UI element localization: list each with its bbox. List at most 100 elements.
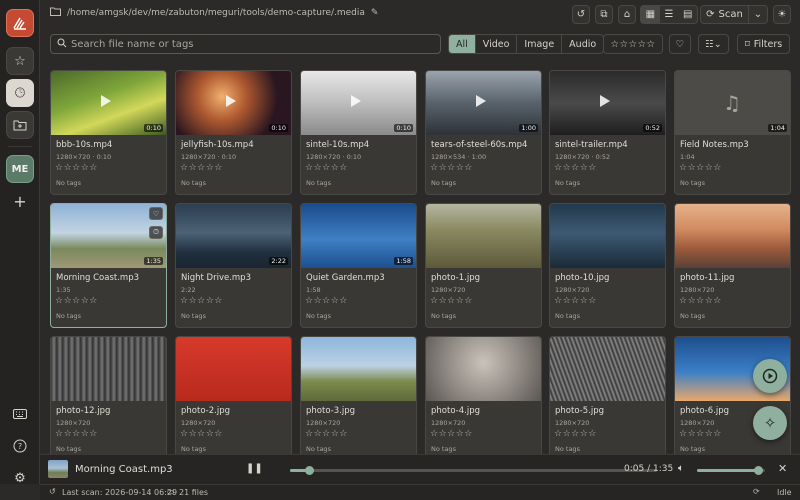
audio-card[interactable]: 1:58 Quiet Garden.mp3 1:58 ☆☆☆☆☆ No tags: [300, 203, 417, 328]
scan-label: Scan: [718, 9, 743, 20]
player-time: 0:05 / 1:35: [624, 464, 674, 474]
video-card[interactable]: 1:00 tears-of-steel-60s.mp4 1280×534 · 1:0…: [425, 70, 542, 195]
settings-gear-icon[interactable]: ⚙: [6, 464, 34, 492]
file-meta: 1280×720: [181, 419, 216, 427]
star-rating[interactable]: ☆☆☆☆☆: [305, 163, 348, 173]
image-card[interactable]: photo-12.jpg 1280×720 ☆☆☆☆☆ No tags: [50, 336, 167, 454]
player-progress-handle[interactable]: [305, 466, 315, 475]
history-small-icon: ↺: [49, 487, 56, 496]
audio-card[interactable]: ♫ 1:04 Field Notes.mp3 1:04 ☆☆☆☆☆ No tags: [674, 70, 791, 195]
video-card[interactable]: 0:10 sintel-10s.mp4 1280×720 · 0:10 ☆☆☆☆☆ No…: [300, 70, 417, 195]
star-rating[interactable]: ☆☆☆☆☆: [554, 296, 597, 306]
volume-icon[interactable]: 🔈︎: [678, 463, 684, 474]
file-name: photo-10.jpg: [555, 273, 610, 283]
clock-icon[interactable]: 🕒︎: [149, 226, 163, 239]
star-rating[interactable]: ☆☆☆☆☆: [554, 429, 597, 439]
player-progress-track[interactable]: [290, 466, 657, 475]
chevron-down-icon[interactable]: ⌄: [749, 9, 767, 20]
close-player-icon[interactable]: ✕: [778, 462, 787, 475]
thumbnail: [426, 204, 541, 268]
history-icon[interactable]: ↺: [572, 5, 590, 24]
image-card[interactable]: photo-1.jpg 1280×720 ☆☆☆☆☆ No tags: [425, 203, 542, 328]
star-rating[interactable]: ☆☆☆☆☆: [430, 296, 473, 306]
audio-card[interactable]: 2:22 Night Drive.mp3 2:22 ☆☆☆☆☆ No tags: [175, 203, 292, 328]
list-view-icon[interactable]: ☰: [660, 9, 679, 20]
image-card[interactable]: photo-11.jpg 1280×720 ☆☆☆☆☆ No tags: [674, 203, 791, 328]
add-profile-icon[interactable]: +: [6, 187, 34, 215]
pause-icon[interactable]: ❚❚: [246, 463, 263, 474]
thumbnail: [550, 337, 665, 401]
star-rating[interactable]: ☆☆☆☆☆: [55, 163, 98, 173]
scan-button-group: ⟳ Scan ⌄: [700, 5, 768, 24]
rating-filter[interactable]: ☆☆☆☆☆: [603, 34, 663, 54]
file-meta: 1280×720: [431, 419, 466, 427]
play-icon: [351, 95, 361, 107]
star-rating[interactable]: ☆☆☆☆☆: [55, 429, 98, 439]
tag-icon[interactable]: ⌂: [618, 5, 636, 24]
play-circle-icon[interactable]: [753, 359, 787, 393]
star-rating[interactable]: ☆☆☆☆☆: [430, 429, 473, 439]
star-rating[interactable]: ☆☆☆☆☆: [305, 296, 348, 306]
file-meta: 1280×720: [680, 286, 715, 294]
tab-audio[interactable]: Audio: [562, 35, 603, 53]
star-rating[interactable]: ☆☆☆☆☆: [180, 163, 223, 173]
video-card[interactable]: 0:10 jellyfish-10s.mp4 1280×720 · 0:10 ☆☆☆☆…: [175, 70, 292, 195]
profile-me-button[interactable]: ME: [6, 155, 34, 183]
image-card[interactable]: photo-10.jpg 1280×720 ☆☆☆☆☆ No tags: [549, 203, 666, 328]
favorite-heart-icon[interactable]: ♡: [149, 207, 163, 220]
table-view-icon[interactable]: ▤: [678, 9, 697, 20]
rail-divider: [8, 146, 32, 147]
image-card[interactable]: photo-4.jpg 1280×720 ☆☆☆☆☆ No tags: [425, 336, 542, 454]
file-meta: 2:22: [181, 286, 196, 294]
sort-options-icon[interactable]: ☷⌄: [698, 34, 729, 54]
theme-toggle-icon[interactable]: ☀: [773, 5, 791, 24]
add-folder-icon[interactable]: [6, 111, 34, 139]
file-meta: 1280×720: [680, 419, 715, 427]
image-card[interactable]: photo-2.jpg 1280×720 ☆☆☆☆☆ No tags: [175, 336, 292, 454]
image-card[interactable]: photo-3.jpg 1280×720 ☆☆☆☆☆ No tags: [300, 336, 417, 454]
app-logo-icon[interactable]: [6, 9, 34, 37]
star-rating[interactable]: ☆☆☆☆☆: [679, 429, 722, 439]
bookmark-icon: ⌑: [744, 38, 750, 50]
video-card[interactable]: 0:10 bbb-10s.mp4 1280×720 · 0:10 ☆☆☆☆☆ No ta…: [50, 70, 167, 195]
keyboard-icon[interactable]: [6, 400, 34, 428]
volume-handle[interactable]: [754, 466, 764, 475]
folder-icon: [50, 7, 61, 19]
file-meta: 1280×534 · 1:00: [431, 153, 487, 161]
recent-clock-icon[interactable]: 🕒︎: [6, 79, 34, 107]
search-input[interactable]: [71, 38, 431, 50]
file-name: photo-5.jpg: [555, 406, 605, 416]
volume-track[interactable]: [697, 466, 765, 475]
left-rail: ☆ 🕒︎ ME + ? ⚙: [0, 0, 40, 486]
image-card[interactable]: photo-5.jpg 1280×720 ☆☆☆☆☆ No tags: [549, 336, 666, 454]
star-rating[interactable]: ☆☆☆☆☆: [679, 296, 722, 306]
search-box: [50, 34, 441, 54]
star-rating[interactable]: ☆☆☆☆☆: [305, 429, 348, 439]
star-rating[interactable]: ☆☆☆☆☆: [679, 163, 722, 173]
duplicates-icon[interactable]: ⧉: [595, 5, 613, 24]
audio-card[interactable]: ♡ 🕒︎ 1:35 Morning Coast.mp3 1:35 ☆☆☆☆☆ No tags: [50, 203, 167, 328]
star-rating[interactable]: ☆☆☆☆☆: [180, 429, 223, 439]
grid-view-icon[interactable]: ▦: [641, 6, 660, 23]
edit-pencil-icon[interactable]: ✎: [371, 8, 379, 18]
play-icon: [476, 95, 486, 107]
sparkle-icon[interactable]: ✧: [753, 406, 787, 440]
tags-text: No tags: [181, 445, 206, 453]
tab-video[interactable]: Video: [476, 35, 518, 53]
tags-text: No tags: [555, 445, 580, 453]
star-rating[interactable]: ☆☆☆☆☆: [180, 296, 223, 306]
duration-badge: 1:04: [768, 124, 787, 132]
favorites-star-icon[interactable]: ☆: [6, 47, 34, 75]
filters-button[interactable]: ⌑ Filters: [737, 34, 790, 54]
star-rating[interactable]: ☆☆☆☆☆: [430, 163, 473, 173]
video-card[interactable]: 0:52 sintel-trailer.mp4 1280×720 · 0:52 ☆☆☆…: [549, 70, 666, 195]
file-meta: 1280×720: [306, 419, 341, 427]
star-rating[interactable]: ☆☆☆☆☆: [55, 296, 98, 306]
tab-all[interactable]: All: [449, 35, 476, 53]
tags-text: No tags: [56, 179, 81, 187]
favorite-heart-icon[interactable]: ♡: [669, 34, 691, 54]
scan-button[interactable]: ⟳ Scan: [701, 6, 749, 23]
tab-image[interactable]: Image: [517, 35, 563, 53]
help-icon[interactable]: ?: [6, 432, 34, 460]
star-rating[interactable]: ☆☆☆☆☆: [554, 163, 597, 173]
